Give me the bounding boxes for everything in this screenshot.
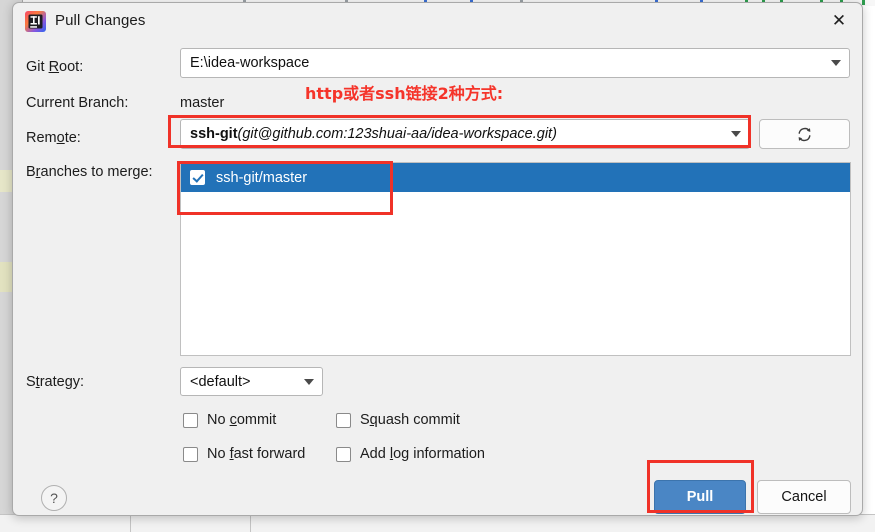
checkbox-unchecked-icon[interactable]	[336, 412, 351, 428]
remote-combobox[interactable]: ssh-git(git@github.com:123shuai-aa/idea-…	[180, 119, 750, 149]
refresh-remotes-button[interactable]	[759, 119, 850, 149]
no-commit-label: No commit	[207, 412, 276, 428]
chevron-down-glyph	[731, 131, 741, 137]
opt3-after: og information	[393, 446, 485, 462]
help-label: ?	[50, 490, 58, 506]
checkbox-unchecked-icon[interactable]	[183, 412, 198, 428]
add-log-information-checkbox[interactable]: Add log information	[336, 446, 485, 462]
git-root-value: E:\idea-workspace	[190, 55, 310, 71]
squash-commit-checkbox[interactable]: Squash commit	[336, 412, 460, 428]
git-root-combobox[interactable]: E:\idea-workspace	[180, 48, 850, 78]
no-fast-forward-checkbox[interactable]: No fast forward	[183, 446, 305, 462]
opt0-mnemonic: c	[229, 412, 237, 428]
branches-list[interactable]: ssh-git/master	[180, 162, 851, 356]
strategy-label: Strategy:	[26, 374, 84, 390]
opt1-mnemonic: q	[369, 412, 378, 428]
current-branch-value: master	[180, 95, 225, 111]
backdrop-tick	[862, 0, 865, 5]
pull-button[interactable]: Pull	[654, 480, 746, 514]
branches-to-merge-label: Branches to merge:	[26, 164, 153, 180]
git-root-label-before: Git	[26, 59, 49, 75]
git-root-label-after: oot:	[59, 59, 84, 75]
intellij-idea-icon	[25, 11, 46, 32]
ide-status-bar	[0, 514, 875, 532]
remote-label-after: te:	[64, 130, 81, 146]
git-root-label-mnemonic: R	[48, 59, 60, 75]
cancel-button[interactable]: Cancel	[757, 480, 851, 514]
remote-url: (git@github.com:123shuai-aa/idea-workspa…	[237, 126, 557, 142]
checkbox-unchecked-icon[interactable]	[336, 446, 351, 462]
refresh-icon	[798, 127, 811, 141]
cancel-label: Cancel	[781, 489, 827, 505]
branches-label-before: B	[26, 164, 36, 180]
annotation-note: http或者ssh链接2种方式:	[305, 84, 504, 103]
opt0-after: ommit	[236, 412, 277, 428]
opt3-before: Add	[360, 446, 390, 462]
remote-label-before: Rem	[26, 130, 57, 146]
add-log-information-label: Add log information	[360, 446, 485, 462]
git-root-label: Git Root:	[26, 59, 83, 75]
chevron-down-glyph	[304, 378, 314, 385]
opt2-after: ast forward	[233, 446, 306, 462]
remote-label-mnemonic: o	[56, 130, 65, 146]
checkbox-checked-icon[interactable]	[190, 170, 205, 185]
status-bar-divider	[250, 514, 251, 532]
close-glyph: ✕	[831, 11, 847, 31]
checkbox-unchecked-icon[interactable]	[183, 446, 198, 462]
opt1-before: S	[360, 412, 370, 428]
remote-name: ssh-git	[190, 126, 238, 142]
pull-label: Pull	[686, 489, 714, 505]
strategy-label-after: rategy:	[39, 374, 85, 390]
chevron-down-icon[interactable]	[296, 378, 322, 385]
strategy-label-before: S	[26, 374, 36, 390]
branches-label-after: anches to merge:	[40, 164, 153, 180]
dialog-titlebar: Pull Changes ✕	[13, 3, 862, 41]
no-fast-forward-label: No fast forward	[207, 446, 305, 462]
status-bar-divider	[130, 514, 131, 532]
help-button[interactable]: ?	[41, 485, 67, 511]
no-commit-checkbox[interactable]: No commit	[183, 412, 276, 428]
strategy-value: <default>	[190, 373, 251, 390]
current-branch-label: Current Branch:	[26, 95, 129, 111]
chevron-down-icon[interactable]	[823, 60, 849, 66]
opt0-before: No	[207, 412, 230, 428]
opt1-after: uash commit	[377, 412, 460, 428]
opt2-before: No	[207, 446, 230, 462]
remote-label: Remote:	[26, 130, 81, 146]
chevron-down-glyph	[831, 60, 841, 66]
dialog-title: Pull Changes	[55, 12, 146, 29]
close-icon[interactable]: ✕	[816, 3, 862, 39]
chevron-down-icon[interactable]	[723, 131, 749, 137]
strategy-combobox[interactable]: <default>	[180, 367, 323, 396]
remote-value: ssh-git(git@github.com:123shuai-aa/idea-…	[181, 126, 723, 142]
squash-commit-label: Squash commit	[360, 412, 460, 428]
branch-name: ssh-git/master	[216, 169, 308, 186]
list-item[interactable]: ssh-git/master	[181, 163, 850, 192]
